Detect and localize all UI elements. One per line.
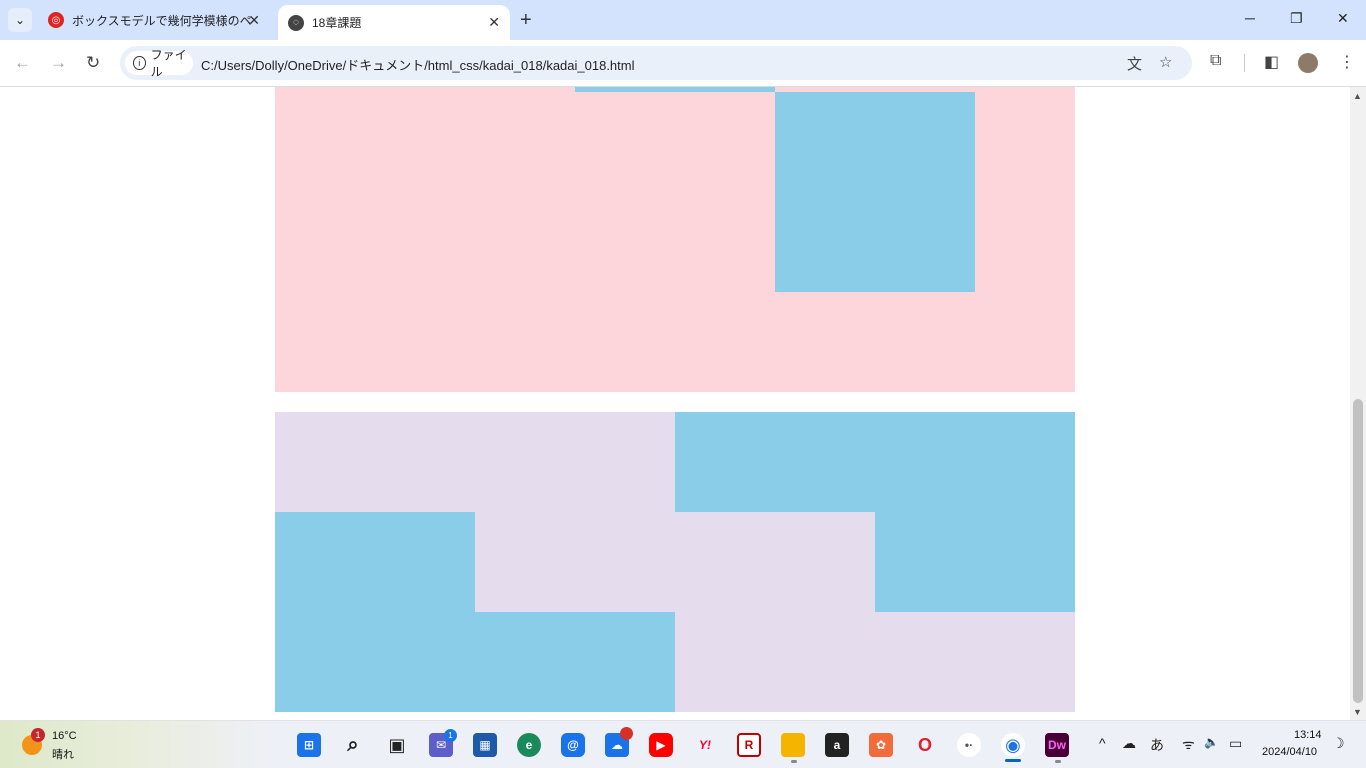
chip-label: ファイル xyxy=(150,48,187,79)
profile-avatar[interactable] xyxy=(1298,53,1318,73)
reload-button[interactable]: ↻ xyxy=(86,53,100,73)
onedrive-icon[interactable]: ☁ xyxy=(1122,735,1136,752)
translate-icon[interactable]: 文 xyxy=(1127,53,1142,74)
moon-icon[interactable]: ☽ xyxy=(1332,735,1345,752)
star-icon[interactable]: ☆ xyxy=(1159,53,1172,71)
blue-rect xyxy=(275,512,475,712)
dreamweaver-icon[interactable]: Dw xyxy=(1045,733,1069,757)
tab-title: ボックスモデルで幾何学模様のペー xyxy=(72,13,252,28)
youtube-icon[interactable]: ▶ xyxy=(649,733,673,757)
start-icon[interactable]: ⊞ xyxy=(297,733,321,757)
weather-temperature[interactable]: 16°C xyxy=(52,730,77,742)
tab-search-button[interactable]: ⌄ xyxy=(8,8,32,32)
lavender-pattern-box xyxy=(275,412,1075,712)
close-tab-icon[interactable]: ✕ xyxy=(488,14,500,31)
running-indicator xyxy=(791,760,797,763)
extensions-icon[interactable]: ⧉ xyxy=(1210,52,1221,70)
wifi-icon[interactable]: ᯤ xyxy=(1182,735,1195,754)
close-tab-icon[interactable]: ✕ xyxy=(248,12,260,29)
notification-dot xyxy=(620,727,633,740)
volume-icon[interactable]: 🔈 xyxy=(1204,735,1219,749)
tray-chevron-icon[interactable]: ^ xyxy=(1099,735,1106,751)
blue-rect xyxy=(475,612,675,712)
vertical-scrollbar[interactable]: ▲ ▼ xyxy=(1350,87,1366,720)
scroll-up-icon[interactable]: ▲ xyxy=(1353,91,1362,101)
tab-title: 18章課題 xyxy=(312,16,362,30)
rakuten-icon[interactable]: R xyxy=(737,733,761,757)
opera-icon[interactable]: O xyxy=(913,733,937,757)
blue-square xyxy=(775,92,975,292)
yahoo-icon[interactable]: Y! xyxy=(693,733,717,757)
app-orange-icon[interactable]: ✿ xyxy=(869,733,893,757)
blue-rect xyxy=(675,412,1075,512)
back-button[interactable]: ← xyxy=(14,53,31,73)
teams-badge: 1 xyxy=(444,729,457,742)
blue-rect xyxy=(875,512,1075,612)
app-dots-icon[interactable]: •· xyxy=(957,733,981,757)
weather-badge: 1 xyxy=(31,728,45,742)
pink-pattern-box xyxy=(275,87,1075,392)
minimize-button[interactable]: ─ xyxy=(1245,10,1255,26)
globe-icon: ◌ xyxy=(288,14,304,31)
file-explorer-icon[interactable]: ▬ xyxy=(781,733,805,757)
address-bar[interactable]: i ファイル C:/Users/Dolly/OneDrive/ドキュメント/ht… xyxy=(120,46,1192,80)
restore-button[interactable]: ❐ xyxy=(1290,10,1303,27)
chevron-down-icon: ⌄ xyxy=(14,13,26,27)
browser-toolbar: ← → ↻ i ファイル C:/Users/Dolly/OneDrive/ドキュ… xyxy=(0,40,1366,87)
task-view-icon[interactable]: ▣ xyxy=(385,733,409,757)
site-info-chip[interactable]: i ファイル xyxy=(125,48,193,79)
scroll-thumb[interactable] xyxy=(1353,399,1363,703)
clock-time[interactable]: 13:14 xyxy=(1294,729,1322,741)
scroll-down-icon[interactable]: ▼ xyxy=(1353,707,1362,717)
search-icon[interactable]: ⌕ xyxy=(341,733,365,757)
taskbar: 1 16°C 晴れ ⊞ ⌕ ▣ ✉ 1 ▦ e @ ☁ ▶ Y! R ▬ a ✿… xyxy=(0,720,1366,768)
url-text[interactable]: C:/Users/Dolly/OneDrive/ドキュメント/html_css/… xyxy=(201,55,635,74)
edge-icon[interactable]: e xyxy=(517,733,541,757)
new-tab-button[interactable]: + xyxy=(520,9,532,32)
site-favicon-icon: ◎ xyxy=(48,12,64,28)
tab-boxmodel[interactable]: ◎ ボックスモデルで幾何学模様のペー ✕ xyxy=(38,0,270,40)
ime-indicator[interactable]: あ xyxy=(1150,735,1164,755)
amazon-icon[interactable]: a xyxy=(825,733,849,757)
weather-description[interactable]: 晴れ xyxy=(52,746,74,762)
store-icon[interactable]: ▦ xyxy=(473,733,497,757)
clock-date[interactable]: 2024/04/10 xyxy=(1262,746,1317,758)
tab-active[interactable]: ◌ 18章課題 ✕ xyxy=(278,5,510,40)
forward-button[interactable]: → xyxy=(50,53,67,73)
side-panel-icon[interactable]: ◧ xyxy=(1264,52,1279,72)
chrome-icon[interactable]: ◉ xyxy=(1001,733,1025,757)
info-icon: i xyxy=(133,56,146,70)
page-viewport xyxy=(0,87,1350,720)
mail-icon[interactable]: @ xyxy=(561,733,585,757)
active-indicator xyxy=(1005,759,1021,762)
window-close-button[interactable]: ✕ xyxy=(1337,10,1349,27)
menu-icon[interactable]: ⋮ xyxy=(1339,52,1355,72)
tab-bar: ⌄ ◎ ボックスモデルで幾何学模様のペー ✕ ◌ 18章課題 ✕ + ─ ❐ ✕ xyxy=(0,0,1366,40)
blue-square xyxy=(575,87,775,92)
toolbar-divider xyxy=(1244,54,1245,72)
running-indicator xyxy=(1055,760,1061,763)
battery-icon[interactable]: ▭ xyxy=(1229,735,1242,752)
